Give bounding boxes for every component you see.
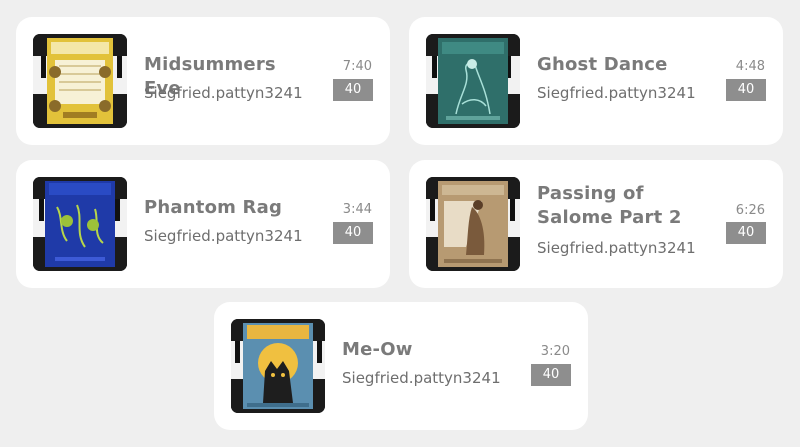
track-card[interactable]: Midsummers Eve Siegfried.pattyn3241 7:40… xyxy=(16,17,390,145)
track-count-badge: 40 xyxy=(726,222,766,244)
track-duration: 4:48 xyxy=(735,59,765,74)
track-card[interactable]: Phantom Rag Siegfried.pattyn3241 3:44 40 xyxy=(16,160,390,288)
track-duration: 7:40 xyxy=(342,59,372,74)
track-author[interactable]: Siegfried.pattyn3241 xyxy=(144,226,303,246)
track-author[interactable]: Siegfried.pattyn3241 xyxy=(144,83,303,103)
track-card[interactable]: Passing of Salome Part 2 Siegfried.patty… xyxy=(409,160,783,288)
track-cover-image[interactable] xyxy=(426,34,520,128)
track-card[interactable]: Ghost Dance Siegfried.pattyn3241 4:48 40 xyxy=(409,17,783,145)
track-count-badge: 40 xyxy=(333,79,373,101)
track-title[interactable]: Passing of Salome Part 2 xyxy=(537,182,707,230)
track-cover-image[interactable] xyxy=(426,177,520,271)
track-cover-image[interactable] xyxy=(33,34,127,128)
track-title[interactable]: Me-Ow xyxy=(342,338,512,362)
track-count-badge: 40 xyxy=(726,79,766,101)
track-duration: 3:20 xyxy=(540,344,570,359)
track-author[interactable]: Siegfried.pattyn3241 xyxy=(342,368,501,388)
track-title[interactable]: Ghost Dance xyxy=(537,53,707,77)
track-duration: 6:26 xyxy=(735,203,765,218)
track-title[interactable]: Phantom Rag xyxy=(144,196,314,220)
track-duration: 3:44 xyxy=(342,202,372,217)
track-author[interactable]: Siegfried.pattyn3241 xyxy=(537,83,696,103)
track-cover-image[interactable] xyxy=(33,177,127,271)
track-card[interactable]: Me-Ow Siegfried.pattyn3241 3:20 40 xyxy=(214,302,588,430)
track-cover-image[interactable] xyxy=(231,319,325,413)
track-count-badge: 40 xyxy=(531,364,571,386)
track-count-badge: 40 xyxy=(333,222,373,244)
track-author[interactable]: Siegfried.pattyn3241 xyxy=(537,238,696,258)
